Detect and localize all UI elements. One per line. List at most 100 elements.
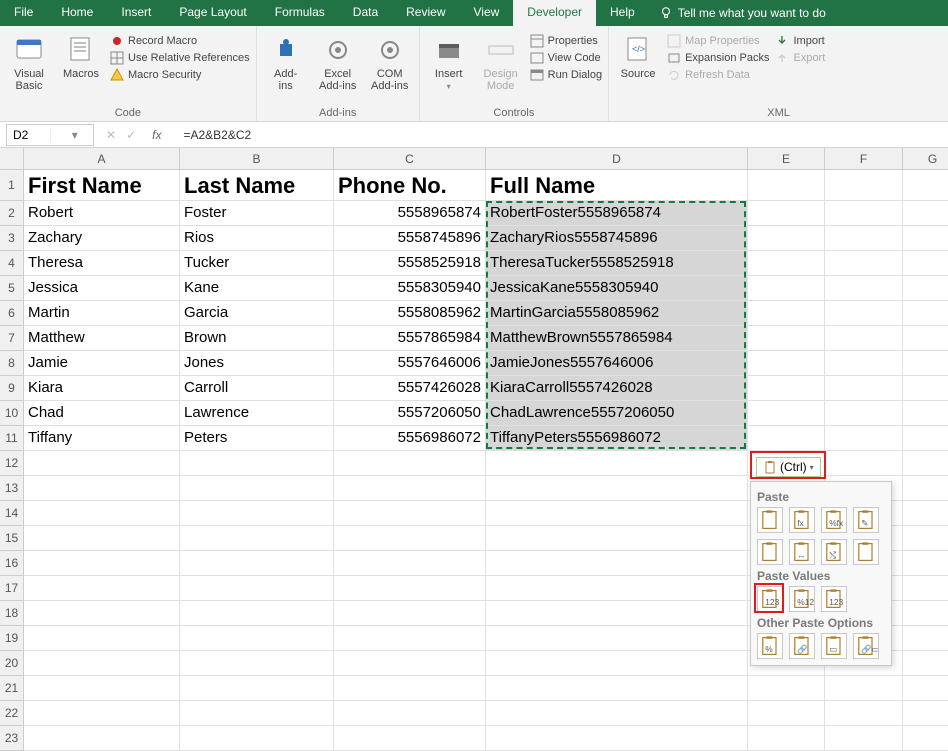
cell[interactable] — [24, 476, 180, 501]
cell[interactable] — [903, 726, 948, 751]
cell[interactable]: Carroll — [180, 376, 334, 401]
visual-basic-button[interactable]: VisualBasic — [6, 30, 52, 92]
row-header[interactable]: 8 — [0, 351, 24, 376]
refresh-data-button[interactable]: Refresh Data — [667, 68, 769, 82]
paste-option-merge-conditional[interactable] — [853, 539, 879, 565]
cell[interactable]: First Name — [24, 170, 180, 201]
paste-option-formulas[interactable]: fx — [789, 507, 815, 533]
cell[interactable] — [825, 226, 903, 251]
cell[interactable]: 5557426028 — [334, 376, 486, 401]
paste-option-picture[interactable]: ▭ — [821, 633, 847, 659]
tab-view[interactable]: View — [460, 0, 514, 26]
expansion-packs-button[interactable]: Expansion Packs — [667, 51, 769, 65]
row-header[interactable]: 7 — [0, 326, 24, 351]
cell[interactable] — [825, 276, 903, 301]
paste-option-paste-link[interactable]: 🔗 — [789, 633, 815, 659]
cell[interactable] — [486, 501, 748, 526]
cell[interactable] — [825, 301, 903, 326]
cell[interactable] — [486, 451, 748, 476]
design-mode-button[interactable]: DesignMode — [478, 30, 524, 92]
cell[interactable] — [180, 601, 334, 626]
cell[interactable] — [903, 201, 948, 226]
cell[interactable]: MatthewBrown5557865984 — [486, 326, 748, 351]
cell[interactable] — [180, 701, 334, 726]
cell[interactable]: Kiara — [24, 376, 180, 401]
cell[interactable] — [486, 626, 748, 651]
record-macro-button[interactable]: Record Macro — [110, 34, 250, 48]
column-header[interactable]: E — [748, 148, 825, 170]
fx-icon[interactable]: fx — [152, 128, 161, 142]
name-box[interactable]: D2 ▾ — [6, 124, 94, 146]
cell[interactable] — [24, 526, 180, 551]
cell[interactable] — [825, 426, 903, 451]
cell[interactable] — [903, 676, 948, 701]
cell[interactable] — [180, 626, 334, 651]
cell[interactable] — [486, 601, 748, 626]
row-header[interactable]: 4 — [0, 251, 24, 276]
cell[interactable]: Rios — [180, 226, 334, 251]
cell[interactable] — [334, 576, 486, 601]
cell[interactable] — [748, 676, 825, 701]
cell[interactable] — [24, 451, 180, 476]
cell[interactable] — [825, 451, 903, 476]
row-header[interactable]: 21 — [0, 676, 24, 701]
cell[interactable] — [903, 501, 948, 526]
cell[interactable] — [903, 576, 948, 601]
cell[interactable] — [748, 726, 825, 751]
column-header[interactable]: G — [903, 148, 948, 170]
cell[interactable] — [334, 651, 486, 676]
cell[interactable] — [486, 526, 748, 551]
import-button[interactable]: Import — [775, 34, 825, 48]
cell[interactable]: Robert — [24, 201, 180, 226]
cell[interactable]: 5558085962 — [334, 301, 486, 326]
row-header[interactable]: 20 — [0, 651, 24, 676]
cell[interactable]: Chad — [24, 401, 180, 426]
cell[interactable]: Jessica — [24, 276, 180, 301]
column-header[interactable]: C — [334, 148, 486, 170]
cell[interactable]: 5558305940 — [334, 276, 486, 301]
cell[interactable] — [24, 501, 180, 526]
cell[interactable]: Phone No. — [334, 170, 486, 201]
tab-review[interactable]: Review — [392, 0, 459, 26]
row-header[interactable]: 18 — [0, 601, 24, 626]
cell[interactable] — [486, 676, 748, 701]
cell[interactable]: Brown — [180, 326, 334, 351]
cell[interactable] — [903, 701, 948, 726]
tab-formulas[interactable]: Formulas — [261, 0, 339, 26]
cell[interactable]: Tiffany — [24, 426, 180, 451]
insert-control-button[interactable]: Insert▾ — [426, 30, 472, 91]
row-header[interactable]: 19 — [0, 626, 24, 651]
cell[interactable] — [334, 601, 486, 626]
cell[interactable] — [486, 576, 748, 601]
cell[interactable] — [903, 376, 948, 401]
cell[interactable] — [24, 626, 180, 651]
cell[interactable] — [334, 626, 486, 651]
source-button[interactable]: </>Source — [615, 30, 661, 80]
tab-file[interactable]: File — [0, 0, 47, 26]
cell[interactable] — [748, 326, 825, 351]
cell[interactable] — [825, 376, 903, 401]
cell[interactable] — [748, 301, 825, 326]
cell[interactable] — [748, 201, 825, 226]
cell[interactable]: 5558745896 — [334, 226, 486, 251]
cell[interactable] — [903, 301, 948, 326]
relative-refs-button[interactable]: Use Relative References — [110, 51, 250, 65]
row-header[interactable]: 13 — [0, 476, 24, 501]
cell[interactable] — [24, 651, 180, 676]
cell[interactable] — [903, 426, 948, 451]
cell[interactable] — [825, 726, 903, 751]
cell[interactable] — [903, 351, 948, 376]
column-header[interactable]: B — [180, 148, 334, 170]
cell[interactable] — [334, 476, 486, 501]
cell[interactable]: TiffanyPeters5556986072 — [486, 426, 748, 451]
cell[interactable] — [903, 601, 948, 626]
row-header[interactable]: 12 — [0, 451, 24, 476]
paste-option-formatting[interactable]: % — [757, 633, 783, 659]
cell[interactable] — [24, 726, 180, 751]
cell[interactable] — [24, 551, 180, 576]
column-header[interactable]: F — [825, 148, 903, 170]
row-header[interactable]: 17 — [0, 576, 24, 601]
tab-insert[interactable]: Insert — [107, 0, 165, 26]
cell[interactable]: Tucker — [180, 251, 334, 276]
enter-icon[interactable]: ✓ — [126, 128, 136, 142]
